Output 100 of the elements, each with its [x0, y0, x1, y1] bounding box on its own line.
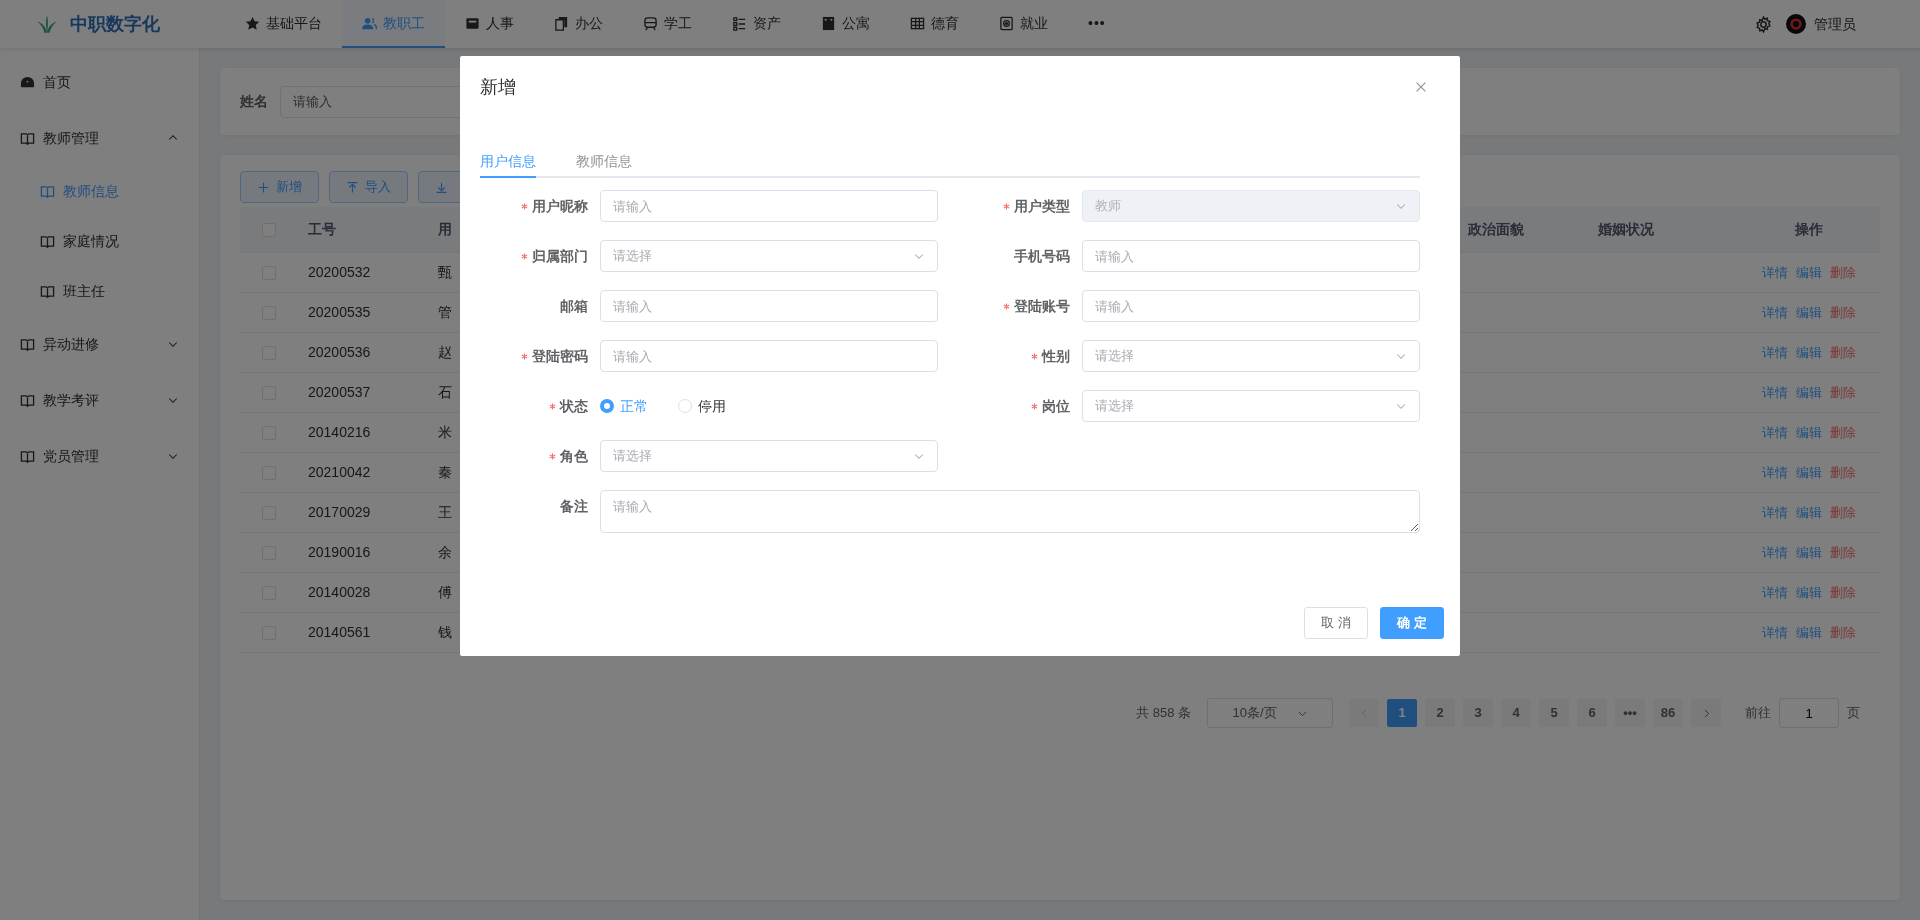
- tab[interactable]: 教师信息: [576, 146, 632, 178]
- input-field[interactable]: 请输入: [600, 290, 938, 322]
- user-name[interactable]: 管理员: [1814, 13, 1856, 35]
- tab[interactable]: 用户信息: [480, 146, 536, 178]
- page-button[interactable]: 1: [1387, 699, 1417, 727]
- action-link[interactable]: 编辑: [1796, 262, 1822, 283]
- table-cell: 20170029: [308, 504, 371, 520]
- action-link[interactable]: 编辑: [1796, 342, 1822, 363]
- action-link[interactable]: 详情: [1762, 622, 1788, 643]
- action-link[interactable]: 编辑: [1796, 502, 1822, 523]
- action-link[interactable]: 详情: [1762, 302, 1788, 323]
- field-label: 登陆账号: [1014, 296, 1070, 316]
- page-button[interactable]: 86: [1653, 699, 1683, 727]
- page-button[interactable]: 2: [1425, 699, 1455, 727]
- input-field[interactable]: 请输入: [600, 340, 938, 372]
- page-button[interactable]: 6: [1577, 699, 1607, 727]
- sidebar-item[interactable]: 教师信息: [0, 166, 199, 216]
- action-link[interactable]: 详情: [1762, 542, 1788, 563]
- action-link[interactable]: 删除: [1830, 262, 1856, 283]
- book-icon: [20, 448, 35, 464]
- sidebar-item[interactable]: 党员管理: [0, 428, 199, 484]
- action-link[interactable]: 详情: [1762, 422, 1788, 443]
- table-cell: 20200537: [308, 384, 371, 400]
- input-field[interactable]: 请输入: [1082, 290, 1420, 322]
- field-label: 岗位: [1042, 396, 1070, 416]
- action-link[interactable]: 编辑: [1796, 462, 1822, 483]
- logo-text: 中职数字化: [70, 12, 160, 36]
- action-link[interactable]: 删除: [1830, 422, 1856, 443]
- action-link[interactable]: 删除: [1830, 542, 1856, 563]
- input-field[interactable]: 请输入: [1082, 240, 1420, 272]
- sidebar-item[interactable]: 班主任: [0, 266, 199, 316]
- input-field[interactable]: 请输入: [600, 190, 938, 222]
- toolbar-button[interactable]: 新增: [240, 171, 319, 203]
- nav-tab[interactable]: 办公: [534, 0, 623, 48]
- page-button[interactable]: 5: [1539, 699, 1569, 727]
- action-link[interactable]: 删除: [1830, 582, 1856, 603]
- action-link[interactable]: 删除: [1830, 302, 1856, 323]
- required-icon: [549, 452, 556, 460]
- radio-option[interactable]: 停用: [678, 395, 726, 417]
- required-icon: [521, 202, 528, 210]
- dashboard-icon: [20, 74, 35, 90]
- action-link[interactable]: 删除: [1830, 622, 1856, 643]
- action-link[interactable]: 详情: [1762, 342, 1788, 363]
- more-menu[interactable]: •••: [1068, 0, 1126, 48]
- action-link[interactable]: 编辑: [1796, 382, 1822, 403]
- nav-tab[interactable]: 就业: [979, 0, 1068, 48]
- page-size-select[interactable]: 10条/页: [1207, 698, 1333, 728]
- action-link[interactable]: 编辑: [1796, 422, 1822, 443]
- action-link[interactable]: 编辑: [1796, 542, 1822, 563]
- dialog-button[interactable]: 取 消: [1304, 607, 1368, 639]
- page-button[interactable]: •••: [1615, 699, 1645, 727]
- action-link[interactable]: 删除: [1830, 382, 1856, 403]
- next-page-button[interactable]: [1691, 699, 1721, 727]
- action-link[interactable]: 删除: [1830, 462, 1856, 483]
- toolbar-button[interactable]: 导入: [329, 171, 408, 203]
- nav-tab[interactable]: 基础平台: [225, 0, 342, 48]
- required-icon: [549, 402, 556, 410]
- page-button[interactable]: 4: [1501, 699, 1531, 727]
- table-cell: 王: [438, 504, 452, 520]
- action-link[interactable]: 删除: [1830, 502, 1856, 523]
- required-icon: [521, 352, 528, 360]
- book-icon: [40, 283, 55, 299]
- building-icon: [821, 15, 836, 31]
- sidebar-item[interactable]: 家庭情况: [0, 216, 199, 266]
- book-icon: [20, 130, 35, 146]
- select-field[interactable]: 请选择: [1082, 340, 1420, 372]
- select-field[interactable]: 请选择: [600, 240, 938, 272]
- close-icon[interactable]: [1414, 80, 1428, 94]
- field-label: 角色: [560, 446, 588, 466]
- dialog-button[interactable]: 确 定: [1380, 607, 1444, 639]
- action-link[interactable]: 详情: [1762, 462, 1788, 483]
- page-input[interactable]: 1: [1779, 698, 1839, 728]
- action-link[interactable]: 详情: [1762, 382, 1788, 403]
- action-link[interactable]: 编辑: [1796, 622, 1822, 643]
- nav-tab[interactable]: 人事: [445, 0, 534, 48]
- select-field[interactable]: 请选择: [1082, 390, 1420, 422]
- sidebar-item[interactable]: 首页: [0, 54, 199, 110]
- required-icon: [1031, 402, 1038, 410]
- select-field[interactable]: 请选择: [600, 440, 938, 472]
- sidebar-item[interactable]: 教师管理: [0, 110, 199, 166]
- action-link[interactable]: 编辑: [1796, 582, 1822, 603]
- nav-tab[interactable]: 公寓: [801, 0, 890, 48]
- sidebar-item[interactable]: 异动进修: [0, 316, 199, 372]
- required-icon: [1003, 202, 1010, 210]
- nav-tab[interactable]: 学工: [623, 0, 712, 48]
- action-link[interactable]: 删除: [1830, 342, 1856, 363]
- action-link[interactable]: 详情: [1762, 502, 1788, 523]
- table-cell: 米: [438, 424, 452, 440]
- radio-option[interactable]: 正常: [600, 395, 648, 417]
- avatar-icon: [1786, 14, 1806, 34]
- action-link[interactable]: 编辑: [1796, 302, 1822, 323]
- nav-tab[interactable]: 德育: [890, 0, 979, 48]
- action-link[interactable]: 详情: [1762, 262, 1788, 283]
- nav-tab[interactable]: 资产: [712, 0, 801, 48]
- text-area[interactable]: 请输入: [600, 490, 1420, 533]
- table-cell: 赵: [438, 344, 452, 360]
- action-link[interactable]: 详情: [1762, 582, 1788, 603]
- page-button[interactable]: 3: [1463, 699, 1493, 727]
- sidebar-item[interactable]: 教学考评: [0, 372, 199, 428]
- nav-tab[interactable]: 教职工: [342, 0, 445, 48]
